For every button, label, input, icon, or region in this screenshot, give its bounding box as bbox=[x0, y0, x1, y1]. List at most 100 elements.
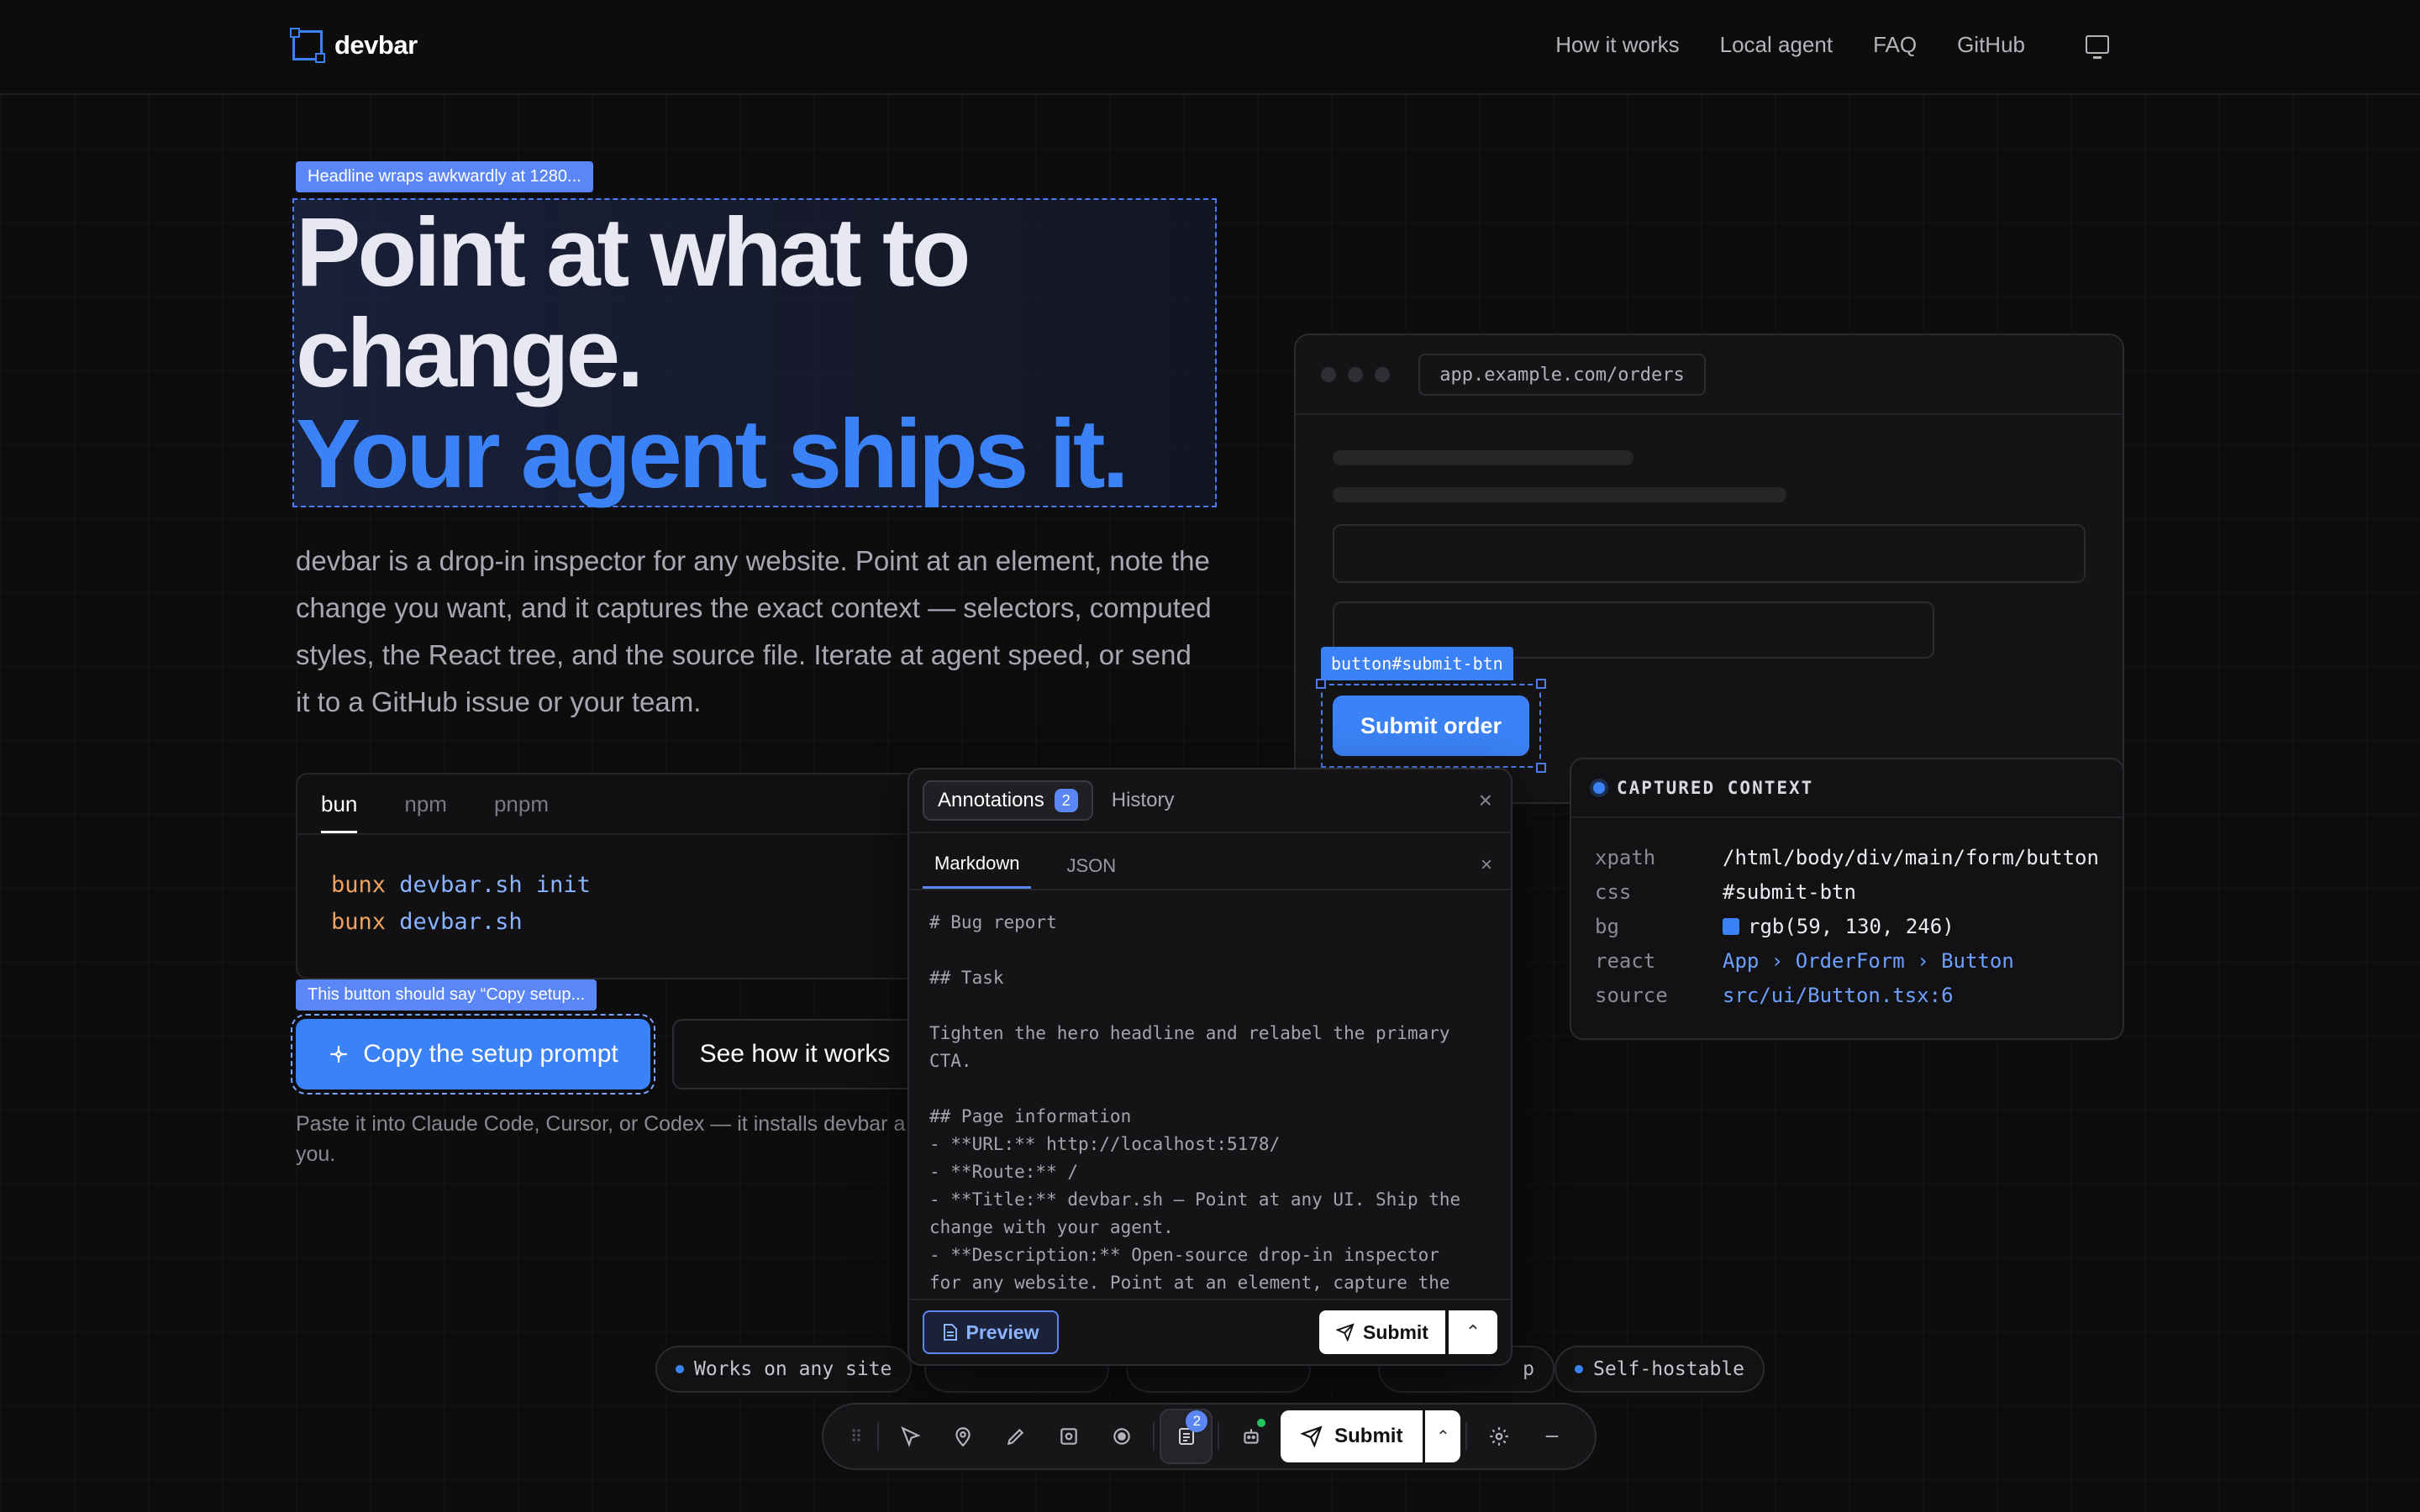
code-command: devbar.sh init bbox=[399, 872, 591, 898]
panel-submit-label: Submit bbox=[1363, 1320, 1428, 1343]
source-file-link[interactable]: src/ui/Button.tsx:6 bbox=[1723, 984, 1954, 1007]
context-row-css: css #submit-btn bbox=[1595, 874, 2099, 909]
gear-icon[interactable] bbox=[1472, 1409, 1525, 1464]
nav-link-local-agent[interactable]: Local agent bbox=[1720, 32, 1833, 58]
context-value: /html/body/div/main/form/button bbox=[1723, 845, 2099, 869]
context-row-bg: bg rgb(59, 130, 246) bbox=[1595, 909, 2099, 943]
form-field bbox=[1333, 524, 2086, 583]
agent-status-dot bbox=[1257, 1419, 1266, 1427]
panel-submit-button[interactable]: Submit bbox=[1319, 1310, 1445, 1354]
feature-chip: Works on any site bbox=[655, 1346, 913, 1393]
feature-chip: Self-hostable bbox=[1555, 1346, 1765, 1393]
document-icon bbox=[943, 1324, 957, 1341]
devbar-toolbar: ⠿ 2 Submit ⌃ bbox=[822, 1403, 1597, 1470]
react-tree-link[interactable]: App › OrderForm › Button bbox=[1723, 949, 2014, 973]
context-key: source bbox=[1595, 983, 1668, 1007]
window-dot-icon bbox=[1321, 367, 1336, 382]
captured-context-card: CAPTURED CONTEXT xpath/html/body/div/mai… bbox=[1570, 758, 2124, 1040]
headline-line-3: Your agent ships it. bbox=[296, 399, 1129, 508]
code-line: bunx devbar.sh init bbox=[331, 867, 899, 904]
brand-logo[interactable]: devbar bbox=[290, 28, 418, 63]
annotations-panel: Annotations 2 History × Markdown JSON × … bbox=[908, 768, 1512, 1366]
chip-label: Works on any site bbox=[694, 1358, 892, 1380]
install-tabs: bun npm pnpm bbox=[297, 774, 933, 835]
color-value: rgb(59, 130, 246) bbox=[1748, 914, 1954, 938]
copy-setup-prompt-button[interactable]: Copy the setup prompt bbox=[291, 1014, 655, 1095]
pencil-icon[interactable] bbox=[990, 1409, 1043, 1464]
color-swatch bbox=[1723, 917, 1739, 935]
context-key: react bbox=[1595, 948, 1656, 973]
screenshot-icon[interactable] bbox=[1043, 1409, 1096, 1464]
headline-annotation-tag[interactable]: Headline wraps awkwardly at 1280... bbox=[296, 161, 593, 192]
window-dot-icon bbox=[1375, 367, 1390, 382]
brand-name: devbar bbox=[334, 30, 418, 60]
context-value: #submit-btn bbox=[1723, 879, 1856, 904]
annotations-list-icon[interactable]: 2 bbox=[1160, 1409, 1213, 1464]
context-row-react: react App › OrderForm › Button bbox=[1595, 943, 2099, 978]
chip-label: Self-hostable bbox=[1593, 1358, 1745, 1380]
minimize-icon[interactable] bbox=[1525, 1409, 1578, 1464]
tab-json[interactable]: JSON bbox=[1055, 855, 1128, 889]
paste-note: Paste it into Claude Code, Cursor, or Co… bbox=[296, 1109, 934, 1169]
paste-note-line-1: Paste it into Claude Code, Cursor, or Co… bbox=[296, 1112, 906, 1136]
divider bbox=[877, 1422, 880, 1451]
record-icon[interactable] bbox=[1096, 1409, 1149, 1464]
code-keyword: bunx bbox=[331, 872, 387, 898]
context-rows: xpath/html/body/div/main/form/button css… bbox=[1571, 818, 2123, 1034]
nav-link-github[interactable]: GitHub bbox=[1957, 32, 2025, 58]
window-dot-icon bbox=[1348, 367, 1363, 382]
install-code: bunx devbar.sh init bunx devbar.sh bbox=[297, 835, 933, 973]
top-nav: devbar How it works Local agent FAQ GitH… bbox=[0, 0, 2420, 95]
headline-line-2: change. bbox=[296, 298, 644, 407]
markdown-preview[interactable]: # Bug report ## Task Tighten the hero he… bbox=[909, 890, 1511, 1302]
send-icon bbox=[1301, 1425, 1323, 1447]
button-annotation-tag[interactable]: This button should say “Copy setup... bbox=[296, 979, 597, 1011]
select-pointer-icon[interactable] bbox=[884, 1409, 937, 1464]
resize-handle[interactable] bbox=[1536, 763, 1546, 773]
dot-icon bbox=[1575, 1365, 1583, 1373]
sparkle-icon bbox=[330, 1046, 347, 1063]
preview-button[interactable]: Preview bbox=[923, 1310, 1059, 1354]
nav-link-how-it-works[interactable]: How it works bbox=[1555, 32, 1679, 58]
context-key: bg bbox=[1595, 914, 1619, 938]
monitor-icon[interactable] bbox=[2086, 35, 2109, 59]
captured-context-header: CAPTURED CONTEXT bbox=[1571, 759, 2123, 818]
drag-handle-icon[interactable]: ⠿ bbox=[840, 1409, 872, 1464]
tab-annotations[interactable]: Annotations 2 bbox=[923, 780, 1093, 821]
toolbar-submit-button[interactable]: Submit bbox=[1281, 1410, 1423, 1462]
chevron-up-icon[interactable]: ⌃ bbox=[1449, 1310, 1497, 1354]
context-key: css bbox=[1595, 879, 1632, 904]
pin-icon[interactable] bbox=[937, 1409, 990, 1464]
code-line: bunx devbar.sh bbox=[331, 904, 899, 941]
submit-order-button[interactable]: Submit order bbox=[1333, 696, 1529, 756]
resize-handle[interactable] bbox=[1536, 679, 1546, 689]
divider bbox=[1218, 1422, 1220, 1451]
format-tabs: Markdown JSON × bbox=[909, 833, 1511, 890]
selector-tag: button#submit-btn bbox=[1321, 647, 1513, 680]
tab-history[interactable]: History bbox=[1112, 789, 1175, 812]
close-icon[interactable]: × bbox=[1481, 853, 1492, 877]
dot-icon bbox=[676, 1365, 684, 1373]
chevron-up-icon[interactable]: ⌃ bbox=[1425, 1410, 1461, 1462]
resize-handle[interactable] bbox=[1316, 679, 1326, 689]
context-row-xpath: xpath/html/body/div/main/form/button bbox=[1595, 840, 2099, 874]
agent-robot-icon[interactable] bbox=[1224, 1409, 1277, 1464]
see-how-it-works-button[interactable]: See how it works bbox=[672, 1019, 918, 1089]
skeleton-line bbox=[1333, 487, 1786, 502]
tab-annotations-label: Annotations bbox=[938, 789, 1044, 811]
captured-context-title: CAPTURED CONTEXT bbox=[1617, 778, 1814, 798]
nav-link-faq[interactable]: FAQ bbox=[1873, 32, 1917, 58]
tab-bun[interactable]: bun bbox=[321, 791, 358, 833]
tab-npm[interactable]: npm bbox=[404, 791, 447, 833]
tab-markdown[interactable]: Markdown bbox=[923, 853, 1032, 889]
panel-footer: Preview Submit ⌃ bbox=[909, 1299, 1511, 1364]
close-icon[interactable]: × bbox=[1479, 787, 1492, 814]
tab-pnpm[interactable]: pnpm bbox=[494, 791, 549, 833]
divider bbox=[1153, 1422, 1155, 1451]
preview-label: Preview bbox=[965, 1320, 1039, 1343]
toolbar-count-badge: 2 bbox=[1186, 1410, 1208, 1432]
paste-note-line-2: you. bbox=[296, 1142, 336, 1166]
code-keyword: bunx bbox=[331, 909, 387, 935]
annotations-count-badge: 2 bbox=[1054, 789, 1078, 812]
nav-links: How it works Local agent FAQ GitHub bbox=[1555, 32, 2025, 58]
